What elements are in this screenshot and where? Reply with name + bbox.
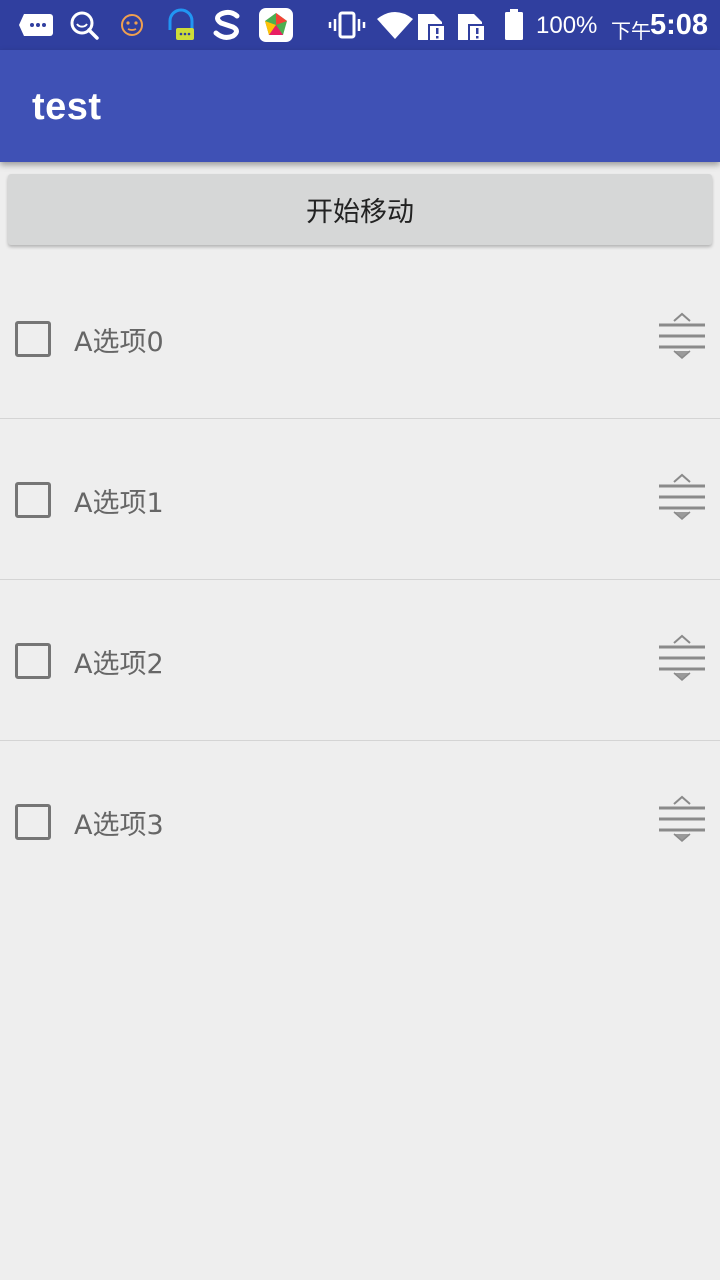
- colorful-app-icon: [258, 8, 294, 42]
- sim2-alert-icon: [456, 8, 488, 42]
- item-list: A选项0 A选项1 A选项2 A选项3: [0, 258, 720, 901]
- status-bar: 100% 下午 5:08: [0, 0, 720, 50]
- item-checkbox[interactable]: [15, 321, 51, 357]
- vibrate-icon: [328, 8, 366, 42]
- list-item[interactable]: A选项3: [0, 741, 720, 901]
- start-moving-button[interactable]: 开始移动: [8, 174, 712, 245]
- chat-app-icon: [164, 8, 198, 42]
- item-checkbox[interactable]: [15, 643, 51, 679]
- item-checkbox[interactable]: [15, 804, 51, 840]
- battery-icon: [504, 8, 524, 42]
- face-app-icon: [118, 8, 146, 42]
- app-title: test: [32, 86, 102, 128]
- drag-handle-icon[interactable]: [656, 795, 708, 843]
- sogou-icon: [210, 8, 244, 42]
- drag-handle-icon[interactable]: [656, 634, 708, 682]
- drag-handle-icon[interactable]: [656, 312, 708, 360]
- list-item[interactable]: A选项2: [0, 580, 720, 741]
- message-icon: [18, 8, 54, 42]
- drag-handle-icon[interactable]: [656, 473, 708, 521]
- sim1-alert-icon: [416, 8, 448, 42]
- app-bar: test: [0, 50, 720, 162]
- list-item[interactable]: A选项1: [0, 419, 720, 580]
- clock: 5:08: [650, 9, 709, 41]
- item-label: A选项1: [74, 488, 164, 519]
- search-app-icon: [68, 8, 100, 42]
- item-label: A选项0: [74, 327, 164, 358]
- item-checkbox[interactable]: [15, 482, 51, 518]
- time-prefix: 下午: [611, 19, 651, 43]
- battery-percent: 100%: [536, 12, 598, 39]
- list-item[interactable]: A选项0: [0, 258, 720, 419]
- wifi-icon: [376, 8, 414, 42]
- item-label: A选项3: [74, 810, 164, 841]
- item-label: A选项2: [74, 649, 164, 680]
